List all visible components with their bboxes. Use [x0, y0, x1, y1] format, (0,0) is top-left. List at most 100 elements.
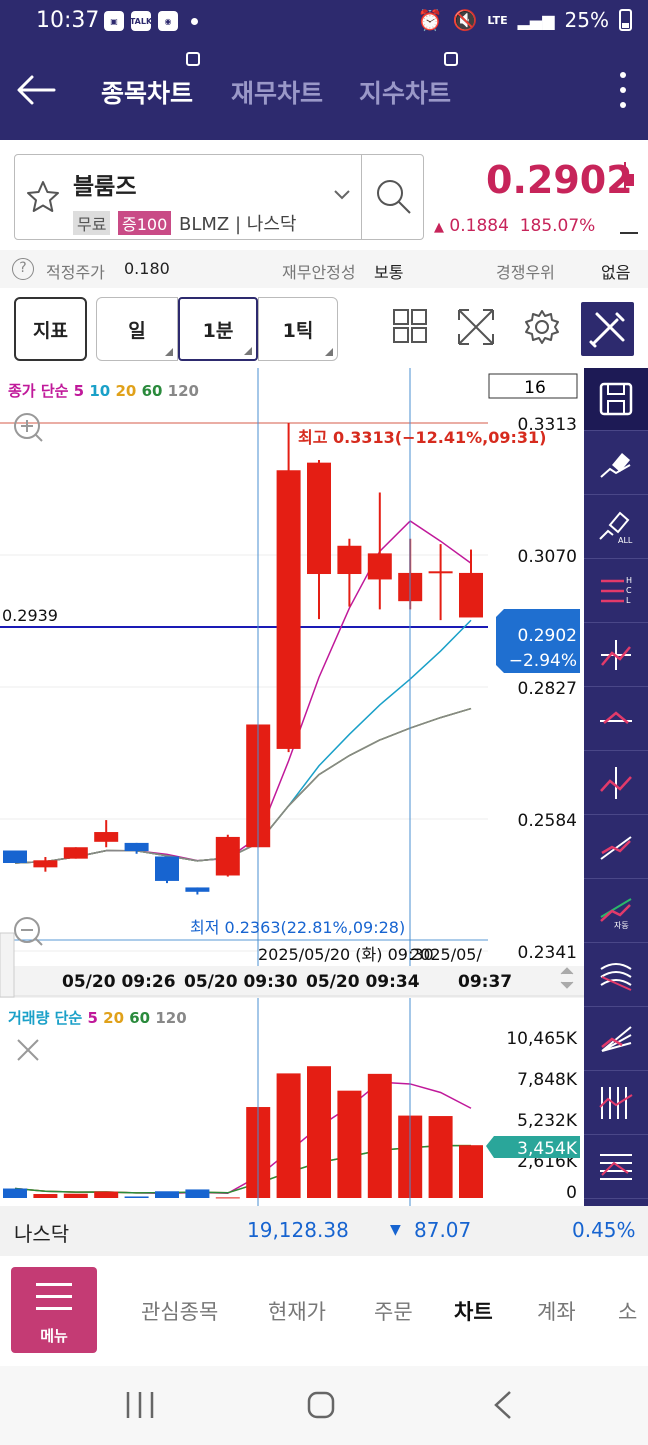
left-price-label: 0.2939: [2, 606, 58, 625]
arc-icon: [600, 963, 632, 991]
current-tag-pct: −2.94%: [509, 651, 577, 671]
ma-line-5: [14, 520, 472, 864]
change-dash: [620, 232, 638, 234]
search-button[interactable]: [361, 155, 424, 239]
stock-info-row: ? 적정주가 0.180 재무안정성 보통 경쟁우위 없음: [0, 250, 648, 288]
fan-tool-button[interactable]: [584, 1008, 648, 1071]
index-name: 나스닥: [14, 1222, 70, 1246]
candle-body: [276, 470, 301, 749]
x-label: 05/20 09:30: [184, 972, 298, 992]
crosshair-date-2: 2025/05/: [410, 945, 482, 964]
vol-tick: 5,232K: [517, 1111, 578, 1131]
volume-ticks: 10,465K 7,848K 5,232K 2,616K 0: [506, 1029, 577, 1203]
y-axis-ticks: 0.3313 0.3070 0.2827 0.2584 0.2341: [518, 415, 577, 963]
signal-icon: ▂▄▆: [517, 10, 555, 30]
ma-legend: 종가 단순 5 10 20 60 120: [8, 382, 199, 400]
vol-tick: 7,848K: [517, 1070, 578, 1090]
index-change-pct: 0.45%: [572, 1218, 636, 1242]
period-day-button[interactable]: 일: [96, 297, 178, 361]
bottom-navigation: 메뉴 관심종목 현재가 주문 차트 계좌 소: [0, 1256, 648, 1366]
horizontal-lines-button[interactable]: [584, 1136, 648, 1199]
back-icon[interactable]: [492, 1390, 514, 1420]
nav-account[interactable]: 계좌: [537, 1296, 576, 1326]
volume-bar: [124, 1196, 149, 1198]
trend-line-button[interactable]: [584, 816, 648, 879]
arc-tool-button[interactable]: [584, 944, 648, 1007]
back-arrow-icon[interactable]: [16, 70, 56, 110]
volume-bar: [185, 1189, 210, 1198]
tab-stock-chart[interactable]: 종목차트: [101, 74, 193, 110]
gallery-icon: ▣: [104, 11, 124, 31]
crosshair-tool-button[interactable]: [584, 624, 648, 687]
save-drawing-button[interactable]: [584, 368, 648, 431]
drawing-toolbar: ALL HCL 자동: [584, 368, 648, 1206]
recent-apps-icon[interactable]: [124, 1390, 156, 1420]
tab-index-chart[interactable]: 지수차트: [359, 74, 451, 110]
volume-tag-text: 3,454K: [517, 1139, 578, 1159]
index-change-arrow: ▼: [390, 1222, 401, 1238]
favorite-star-icon[interactable]: [25, 179, 61, 215]
nav-more[interactable]: 소: [618, 1296, 637, 1326]
hcl-lines-icon: HCL: [601, 576, 632, 605]
index-ticker-row[interactable]: 나스닥 19,128.38 ▼ 87.07 0.45%: [0, 1206, 648, 1256]
settings-gear-icon[interactable]: [522, 307, 562, 347]
y-tick: 0.3313: [518, 415, 577, 435]
auto-trend-button[interactable]: 자동: [584, 880, 648, 943]
vertical-lines-button[interactable]: [584, 1072, 648, 1135]
horizontal-line-button[interactable]: [584, 688, 648, 751]
more-menu-icon[interactable]: [618, 72, 628, 108]
app-header: 10:37 ▣ TALK ◉ ⏰ 🔇 LTE ▂▄▆ 25% 종목차트 재무차트…: [0, 0, 648, 140]
erase-all-button[interactable]: ALL: [584, 496, 648, 559]
more-notifications-icon: [191, 18, 198, 25]
nav-watchlist[interactable]: 관심종목: [141, 1296, 218, 1326]
crosshair-date-1: 2025/05/20 (화) 09:30: [258, 945, 434, 964]
svg-text:H: H: [626, 576, 632, 585]
search-icon: [377, 180, 411, 214]
chevron-down-icon[interactable]: [333, 189, 351, 201]
tools-icon: [589, 312, 625, 348]
layout-grid-icon[interactable]: [391, 307, 429, 345]
horizontal-line-icon: [600, 711, 632, 724]
candle-body: [428, 571, 453, 574]
candle-body: [63, 847, 88, 859]
y-tick: 0.2827: [518, 679, 577, 699]
eraser-button[interactable]: [584, 432, 648, 495]
volume-bar: [367, 1073, 392, 1198]
period-1min-button[interactable]: 1분: [178, 297, 258, 361]
candle-body: [215, 836, 240, 876]
indicator-button[interactable]: 지표: [14, 297, 87, 361]
nav-order[interactable]: 주문: [374, 1296, 413, 1326]
stock-selector[interactable]: 블룸즈 무료 증100 BLMZ | 나스닥: [14, 154, 424, 240]
nav-current-price[interactable]: 현재가: [268, 1296, 326, 1326]
period-tick-button[interactable]: 1틱: [258, 297, 338, 361]
home-icon[interactable]: [306, 1390, 336, 1420]
volume-bar: [307, 1066, 331, 1198]
help-icon[interactable]: ?: [12, 258, 34, 280]
hcl-lines-button[interactable]: HCL: [584, 560, 648, 623]
price-chart[interactable]: 종가 단순 5 10 20 60 120 16 최고 0.3313(−12.41…: [0, 368, 584, 1206]
eraser-icon: [600, 453, 631, 478]
candle-body: [459, 572, 483, 618]
fair-price-label: 적정주가: [46, 263, 105, 282]
candle-body: [337, 545, 362, 575]
drawing-tools-button[interactable]: [581, 302, 634, 356]
tab-badge-icon: [444, 52, 458, 66]
nav-chart[interactable]: 차트: [454, 1296, 493, 1326]
svg-text:ALL: ALL: [618, 536, 633, 545]
x-label: 09:37: [458, 972, 512, 992]
close-volume-icon: [17, 1039, 39, 1061]
menu-button[interactable]: 메뉴: [11, 1267, 97, 1353]
financial-stability-label: 재무안정성: [282, 263, 356, 282]
lte-icon: LTE: [487, 13, 508, 27]
vertical-line-button[interactable]: [584, 752, 648, 815]
competitive-advantage-value: 없음: [601, 263, 631, 282]
current-tag-price: 0.2902: [518, 626, 577, 646]
volume-bar: [276, 1073, 301, 1198]
grid: [0, 422, 488, 952]
tab-financial-chart[interactable]: 재무차트: [231, 74, 323, 110]
financial-stability-value: 보통: [374, 263, 404, 282]
mute-icon: 🔇: [452, 8, 478, 32]
x-label: 05/20 09:26: [62, 972, 176, 992]
fullscreen-icon[interactable]: [456, 307, 496, 347]
volume-bar: [33, 1194, 58, 1198]
